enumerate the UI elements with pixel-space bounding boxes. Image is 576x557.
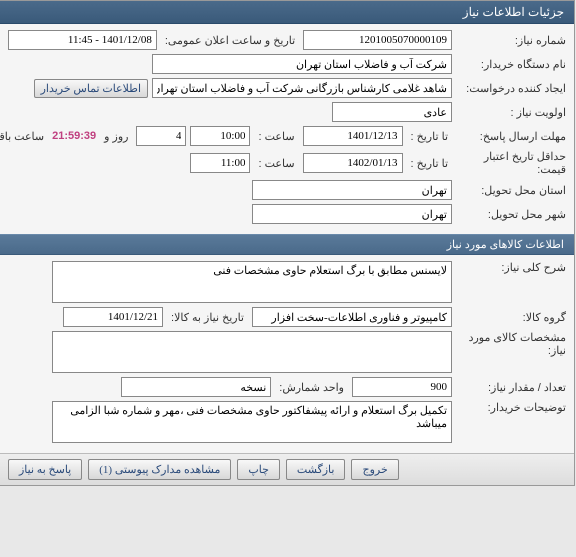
desc-field[interactable] [53, 261, 453, 303]
city-label: شهر محل تحویل: [457, 208, 567, 221]
goods-section-title: اطلاعات کالاهای مورد نیاز [448, 239, 565, 251]
to-date-label-1: تا تاریخ : [408, 130, 453, 143]
spec-field[interactable] [53, 331, 453, 373]
attachments-button[interactable]: مشاهده مدارک پیوستی (1) [89, 459, 232, 480]
reply-button[interactable]: پاسخ به نیاز [9, 459, 83, 480]
qty-label: تعداد / مقدار نیاز: [457, 381, 567, 394]
notes-label: توضیحات خریدار: [457, 401, 567, 414]
days-label: روز و [101, 130, 133, 143]
need-date-label: تاریخ نیاز به کالا: [168, 311, 249, 324]
desc-label: شرح کلی نیاز: [457, 261, 567, 274]
countdown-timer: 21:59:39 [53, 130, 97, 142]
spec-label: مشخصات کالای مورد نیاز: [457, 331, 567, 357]
notes-field[interactable] [53, 401, 453, 443]
need-number-field[interactable] [304, 30, 453, 50]
validity-label: حداقل تاریخ اعتبار قیمت: [457, 150, 567, 176]
detail-window: جزئیات اطلاعات نیاز شماره نیاز: تاریخ و … [0, 0, 576, 486]
goods-section-header: اطلاعات کالاهای مورد نیاز [1, 234, 575, 255]
province-label: استان محل تحویل: [457, 184, 567, 197]
buyer-field[interactable] [153, 54, 453, 74]
days-remaining-field [137, 126, 187, 146]
unit-field[interactable] [122, 377, 272, 397]
need-info-section: شماره نیاز: تاریخ و ساعت اعلان عمومی: نا… [1, 24, 575, 234]
reply-deadline-label: مهلت ارسال پاسخ: [457, 130, 567, 143]
need-number-label: شماره نیاز: [457, 34, 567, 47]
validity-time-field[interactable] [191, 153, 251, 173]
group-field[interactable] [253, 307, 453, 327]
exit-button[interactable]: خروج [352, 459, 399, 480]
creator-field[interactable] [153, 78, 453, 98]
unit-label: واحد شمارش: [276, 381, 349, 394]
priority-label: اولویت نیاز : [457, 106, 567, 119]
reply-time-field[interactable] [191, 126, 251, 146]
creator-label: ایجاد کننده درخواست: [457, 82, 567, 95]
remain-label: ساعت باقی مانده [0, 130, 49, 143]
window-title: جزئیات اطلاعات نیاز [464, 5, 565, 19]
group-label: گروه کالا: [457, 311, 567, 324]
announce-label: تاریخ و ساعت اعلان عمومی: [162, 34, 300, 47]
goods-info-section: شرح کلی نیاز: گروه کالا: تاریخ نیاز به ک… [1, 255, 575, 453]
time-label-2: ساعت : [255, 157, 299, 170]
window-title-bar: جزئیات اطلاعات نیاز [1, 1, 575, 24]
announce-date-field[interactable] [9, 30, 158, 50]
time-label-1: ساعت : [255, 130, 299, 143]
need-date-field[interactable] [64, 307, 164, 327]
contact-buyer-button[interactable]: اطلاعات تماس خریدار [35, 79, 149, 98]
validity-date-field[interactable] [304, 153, 404, 173]
to-date-label-2: تا تاریخ : [408, 157, 453, 170]
bottom-toolbar: پاسخ به نیاز مشاهده مدارک پیوستی (1) چاپ… [1, 453, 575, 485]
priority-field[interactable] [333, 102, 453, 122]
print-button[interactable]: چاپ [238, 459, 281, 480]
province-field[interactable] [253, 180, 453, 200]
qty-field[interactable] [353, 377, 453, 397]
reply-date-field[interactable] [304, 126, 404, 146]
city-field[interactable] [253, 204, 453, 224]
buyer-label: نام دستگاه خریدار: [457, 58, 567, 71]
back-button[interactable]: بازگشت [287, 459, 347, 480]
